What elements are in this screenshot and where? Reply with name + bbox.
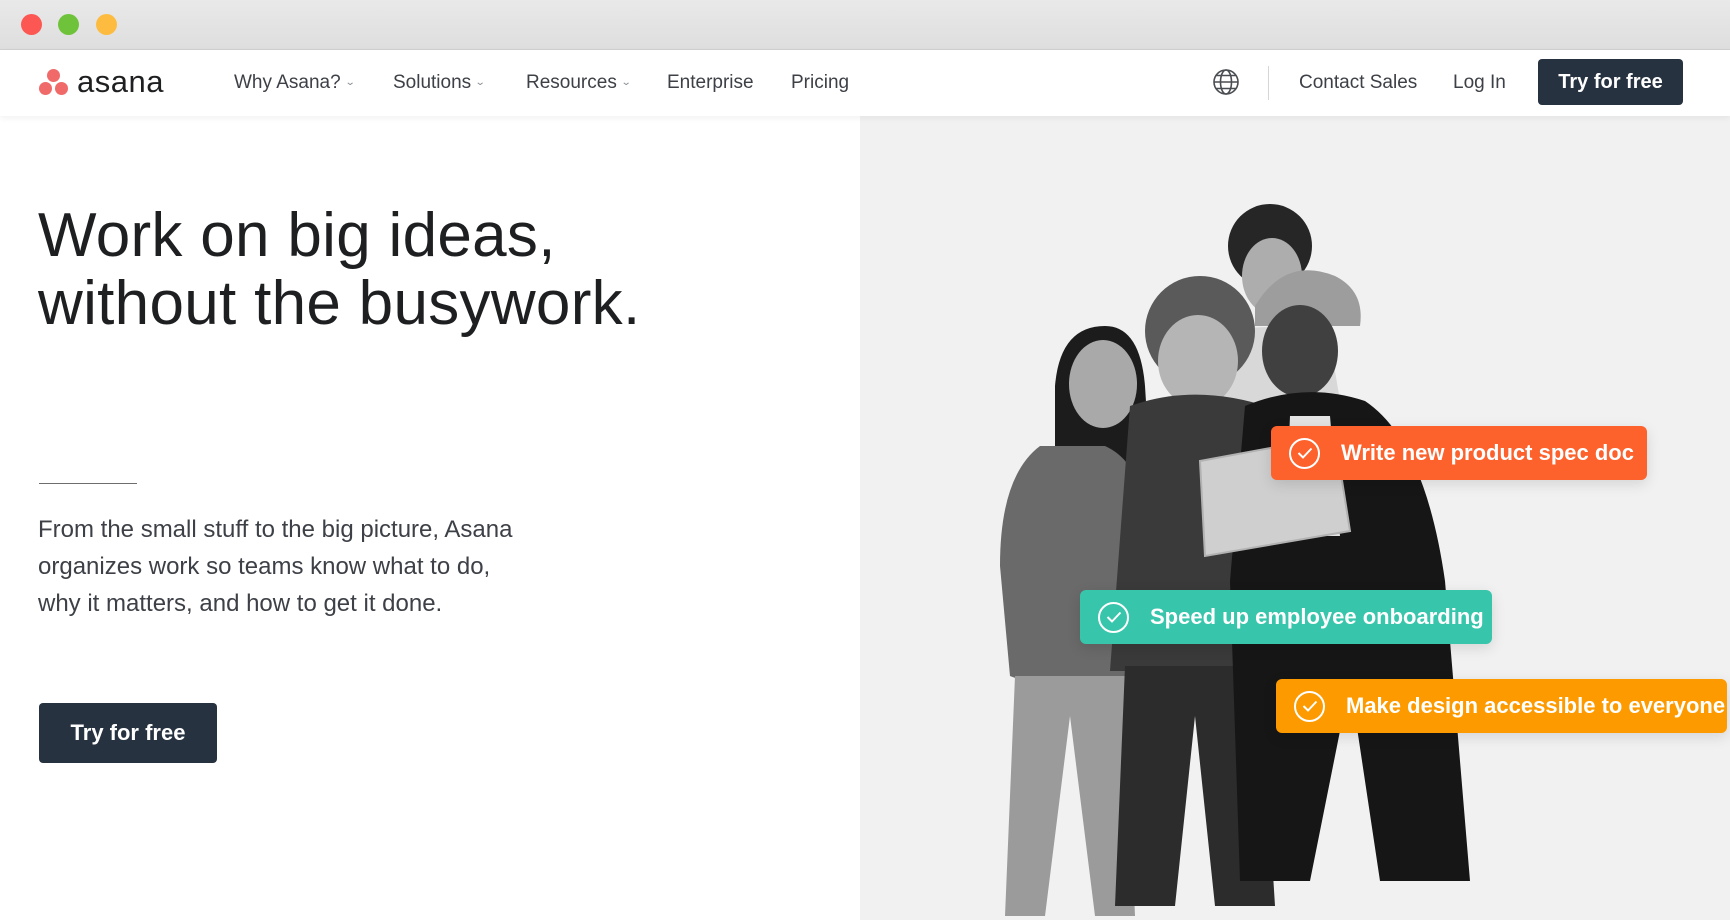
task-card: Write new product spec doc xyxy=(1271,426,1647,480)
hero-divider xyxy=(39,483,137,484)
task-label: Speed up employee onboarding xyxy=(1150,604,1484,629)
hero-headline-line-1: Work on big ideas, xyxy=(38,201,556,270)
nav-why-asana-label: Why Asana? xyxy=(234,72,341,94)
hero-headline-line-2: without the busywork. xyxy=(38,269,641,338)
nav-why-asana[interactable]: Why Asana? ⌄ xyxy=(234,70,356,96)
check-circle-icon xyxy=(1289,437,1320,469)
person-figure xyxy=(1230,270,1470,881)
nav-divider xyxy=(1268,66,1269,100)
nav-resources[interactable]: Resources ⌄ xyxy=(526,70,632,96)
hero-subtext-line-1: From the small stuff to the big picture,… xyxy=(38,516,513,543)
close-window-button[interactable] xyxy=(21,14,42,35)
nav-pricing[interactable]: Pricing xyxy=(791,70,849,96)
hero-image-section xyxy=(860,116,1730,920)
hero-subtext: From the small stuff to the big picture,… xyxy=(38,511,598,622)
asana-wordmark: asana xyxy=(77,64,164,99)
nav-resources-label: Resources xyxy=(526,72,617,94)
nav-solutions-label: Solutions xyxy=(393,72,472,94)
login-link[interactable]: Log In xyxy=(1453,70,1506,96)
asana-logo-icon xyxy=(38,67,70,97)
task-card: Speed up employee onboarding xyxy=(1080,590,1492,644)
zoom-window-button[interactable] xyxy=(58,14,79,35)
chevron-down-icon: ⌄ xyxy=(344,77,356,88)
globe-icon[interactable] xyxy=(1212,68,1240,96)
task-card: Make design accessible to everyone xyxy=(1276,679,1727,733)
check-circle-icon xyxy=(1294,690,1325,722)
window-title-bar xyxy=(0,0,1730,50)
hero-headline: Work on big ideas, without the busywork. xyxy=(38,202,798,338)
nav-solutions[interactable]: Solutions ⌄ xyxy=(393,70,486,96)
nav-try-for-free-button[interactable]: Try for free xyxy=(1538,59,1683,105)
top-navigation: asana Why Asana? ⌄ Solutions ⌄ Resources ⌄ … xyxy=(0,50,1730,116)
hero-subtext-line-3: why it matters, and how to get it done. xyxy=(38,590,443,617)
chevron-down-icon: ⌄ xyxy=(620,77,632,88)
task-label: Make design accessible to everyone xyxy=(1346,693,1726,718)
browser-window: asana Why Asana? ⌄ Solutions ⌄ Resources ⌄ … xyxy=(0,0,1730,920)
minimize-window-button[interactable] xyxy=(96,14,117,35)
check-circle-icon xyxy=(1098,601,1129,633)
hero-subtext-line-2: organizes work so teams know what to do, xyxy=(38,553,491,580)
contact-sales-link[interactable]: Contact Sales xyxy=(1299,70,1417,96)
hero-text-section: Work on big ideas, without the busywork.… xyxy=(0,116,860,920)
task-label: Write new product spec doc xyxy=(1341,440,1634,465)
hero-try-for-free-button[interactable]: Try for free xyxy=(39,703,217,763)
asana-logo[interactable]: asana xyxy=(38,64,164,100)
team-photo xyxy=(1000,204,1470,916)
chevron-down-icon: ⌄ xyxy=(474,77,486,88)
nav-enterprise[interactable]: Enterprise xyxy=(667,70,754,96)
